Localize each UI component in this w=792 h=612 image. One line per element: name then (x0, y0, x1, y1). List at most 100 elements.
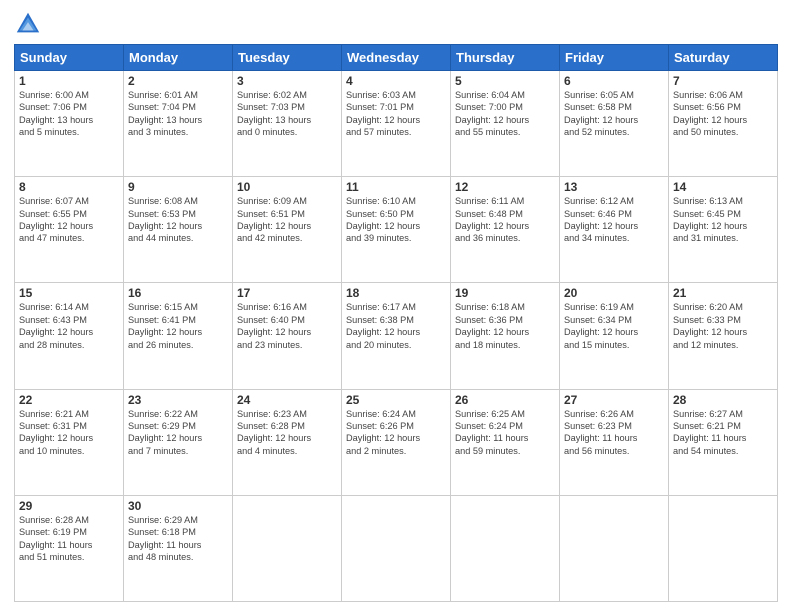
day-info: Sunrise: 6:16 AM Sunset: 6:40 PM Dayligh… (237, 301, 337, 351)
day-info: Sunrise: 6:00 AM Sunset: 7:06 PM Dayligh… (19, 89, 119, 139)
calendar-cell: 30Sunrise: 6:29 AM Sunset: 6:18 PM Dayli… (124, 495, 233, 601)
calendar-cell: 18Sunrise: 6:17 AM Sunset: 6:38 PM Dayli… (342, 283, 451, 389)
calendar-cell: 24Sunrise: 6:23 AM Sunset: 6:28 PM Dayli… (233, 389, 342, 495)
day-number: 10 (237, 180, 337, 194)
calendar-cell: 22Sunrise: 6:21 AM Sunset: 6:31 PM Dayli… (15, 389, 124, 495)
calendar-header-friday: Friday (560, 45, 669, 71)
calendar-cell: 7Sunrise: 6:06 AM Sunset: 6:56 PM Daylig… (669, 71, 778, 177)
day-info: Sunrise: 6:19 AM Sunset: 6:34 PM Dayligh… (564, 301, 664, 351)
calendar-cell: 12Sunrise: 6:11 AM Sunset: 6:48 PM Dayli… (451, 177, 560, 283)
calendar-cell: 4Sunrise: 6:03 AM Sunset: 7:01 PM Daylig… (342, 71, 451, 177)
day-number: 6 (564, 74, 664, 88)
day-info: Sunrise: 6:08 AM Sunset: 6:53 PM Dayligh… (128, 195, 228, 245)
day-number: 18 (346, 286, 446, 300)
calendar-header-row: SundayMondayTuesdayWednesdayThursdayFrid… (15, 45, 778, 71)
calendar-cell: 14Sunrise: 6:13 AM Sunset: 6:45 PM Dayli… (669, 177, 778, 283)
calendar-header-wednesday: Wednesday (342, 45, 451, 71)
calendar-row-4: 29Sunrise: 6:28 AM Sunset: 6:19 PM Dayli… (15, 495, 778, 601)
day-number: 22 (19, 393, 119, 407)
calendar-cell: 8Sunrise: 6:07 AM Sunset: 6:55 PM Daylig… (15, 177, 124, 283)
day-info: Sunrise: 6:12 AM Sunset: 6:46 PM Dayligh… (564, 195, 664, 245)
day-info: Sunrise: 6:29 AM Sunset: 6:18 PM Dayligh… (128, 514, 228, 564)
day-number: 12 (455, 180, 555, 194)
day-info: Sunrise: 6:14 AM Sunset: 6:43 PM Dayligh… (19, 301, 119, 351)
day-info: Sunrise: 6:02 AM Sunset: 7:03 PM Dayligh… (237, 89, 337, 139)
day-number: 25 (346, 393, 446, 407)
calendar-cell: 26Sunrise: 6:25 AM Sunset: 6:24 PM Dayli… (451, 389, 560, 495)
calendar-cell: 17Sunrise: 6:16 AM Sunset: 6:40 PM Dayli… (233, 283, 342, 389)
calendar-cell: 23Sunrise: 6:22 AM Sunset: 6:29 PM Dayli… (124, 389, 233, 495)
calendar-table: SundayMondayTuesdayWednesdayThursdayFrid… (14, 44, 778, 602)
day-number: 16 (128, 286, 228, 300)
calendar-cell: 1Sunrise: 6:00 AM Sunset: 7:06 PM Daylig… (15, 71, 124, 177)
day-info: Sunrise: 6:25 AM Sunset: 6:24 PM Dayligh… (455, 408, 555, 458)
day-info: Sunrise: 6:22 AM Sunset: 6:29 PM Dayligh… (128, 408, 228, 458)
calendar-header-saturday: Saturday (669, 45, 778, 71)
day-info: Sunrise: 6:24 AM Sunset: 6:26 PM Dayligh… (346, 408, 446, 458)
calendar-header-tuesday: Tuesday (233, 45, 342, 71)
day-number: 24 (237, 393, 337, 407)
day-info: Sunrise: 6:03 AM Sunset: 7:01 PM Dayligh… (346, 89, 446, 139)
calendar-row-2: 15Sunrise: 6:14 AM Sunset: 6:43 PM Dayli… (15, 283, 778, 389)
calendar-cell (560, 495, 669, 601)
calendar-row-1: 8Sunrise: 6:07 AM Sunset: 6:55 PM Daylig… (15, 177, 778, 283)
calendar-cell: 3Sunrise: 6:02 AM Sunset: 7:03 PM Daylig… (233, 71, 342, 177)
calendar-cell: 27Sunrise: 6:26 AM Sunset: 6:23 PM Dayli… (560, 389, 669, 495)
calendar-cell: 11Sunrise: 6:10 AM Sunset: 6:50 PM Dayli… (342, 177, 451, 283)
calendar-header-sunday: Sunday (15, 45, 124, 71)
calendar-cell: 19Sunrise: 6:18 AM Sunset: 6:36 PM Dayli… (451, 283, 560, 389)
calendar-cell: 5Sunrise: 6:04 AM Sunset: 7:00 PM Daylig… (451, 71, 560, 177)
logo (14, 10, 46, 38)
day-info: Sunrise: 6:27 AM Sunset: 6:21 PM Dayligh… (673, 408, 773, 458)
day-info: Sunrise: 6:11 AM Sunset: 6:48 PM Dayligh… (455, 195, 555, 245)
calendar-cell: 15Sunrise: 6:14 AM Sunset: 6:43 PM Dayli… (15, 283, 124, 389)
calendar-row-0: 1Sunrise: 6:00 AM Sunset: 7:06 PM Daylig… (15, 71, 778, 177)
day-number: 26 (455, 393, 555, 407)
day-number: 15 (19, 286, 119, 300)
calendar-cell: 6Sunrise: 6:05 AM Sunset: 6:58 PM Daylig… (560, 71, 669, 177)
day-info: Sunrise: 6:13 AM Sunset: 6:45 PM Dayligh… (673, 195, 773, 245)
day-info: Sunrise: 6:15 AM Sunset: 6:41 PM Dayligh… (128, 301, 228, 351)
calendar-cell: 16Sunrise: 6:15 AM Sunset: 6:41 PM Dayli… (124, 283, 233, 389)
calendar-cell: 28Sunrise: 6:27 AM Sunset: 6:21 PM Dayli… (669, 389, 778, 495)
calendar-header-thursday: Thursday (451, 45, 560, 71)
day-number: 29 (19, 499, 119, 513)
day-info: Sunrise: 6:20 AM Sunset: 6:33 PM Dayligh… (673, 301, 773, 351)
calendar-header-monday: Monday (124, 45, 233, 71)
day-number: 17 (237, 286, 337, 300)
calendar-cell (233, 495, 342, 601)
day-info: Sunrise: 6:07 AM Sunset: 6:55 PM Dayligh… (19, 195, 119, 245)
day-info: Sunrise: 6:18 AM Sunset: 6:36 PM Dayligh… (455, 301, 555, 351)
calendar-cell: 25Sunrise: 6:24 AM Sunset: 6:26 PM Dayli… (342, 389, 451, 495)
page: SundayMondayTuesdayWednesdayThursdayFrid… (0, 0, 792, 612)
calendar-cell: 10Sunrise: 6:09 AM Sunset: 6:51 PM Dayli… (233, 177, 342, 283)
day-number: 3 (237, 74, 337, 88)
calendar-cell: 29Sunrise: 6:28 AM Sunset: 6:19 PM Dayli… (15, 495, 124, 601)
day-number: 5 (455, 74, 555, 88)
day-info: Sunrise: 6:06 AM Sunset: 6:56 PM Dayligh… (673, 89, 773, 139)
day-number: 30 (128, 499, 228, 513)
day-number: 7 (673, 74, 773, 88)
calendar-cell: 21Sunrise: 6:20 AM Sunset: 6:33 PM Dayli… (669, 283, 778, 389)
day-number: 27 (564, 393, 664, 407)
day-info: Sunrise: 6:04 AM Sunset: 7:00 PM Dayligh… (455, 89, 555, 139)
day-info: Sunrise: 6:28 AM Sunset: 6:19 PM Dayligh… (19, 514, 119, 564)
day-number: 23 (128, 393, 228, 407)
header (14, 10, 778, 38)
day-number: 19 (455, 286, 555, 300)
day-info: Sunrise: 6:05 AM Sunset: 6:58 PM Dayligh… (564, 89, 664, 139)
day-number: 4 (346, 74, 446, 88)
day-info: Sunrise: 6:23 AM Sunset: 6:28 PM Dayligh… (237, 408, 337, 458)
day-info: Sunrise: 6:10 AM Sunset: 6:50 PM Dayligh… (346, 195, 446, 245)
calendar-cell (451, 495, 560, 601)
day-number: 9 (128, 180, 228, 194)
day-number: 8 (19, 180, 119, 194)
day-number: 11 (346, 180, 446, 194)
day-number: 1 (19, 74, 119, 88)
calendar-cell: 20Sunrise: 6:19 AM Sunset: 6:34 PM Dayli… (560, 283, 669, 389)
day-info: Sunrise: 6:26 AM Sunset: 6:23 PM Dayligh… (564, 408, 664, 458)
day-number: 21 (673, 286, 773, 300)
day-number: 14 (673, 180, 773, 194)
day-info: Sunrise: 6:17 AM Sunset: 6:38 PM Dayligh… (346, 301, 446, 351)
day-number: 2 (128, 74, 228, 88)
